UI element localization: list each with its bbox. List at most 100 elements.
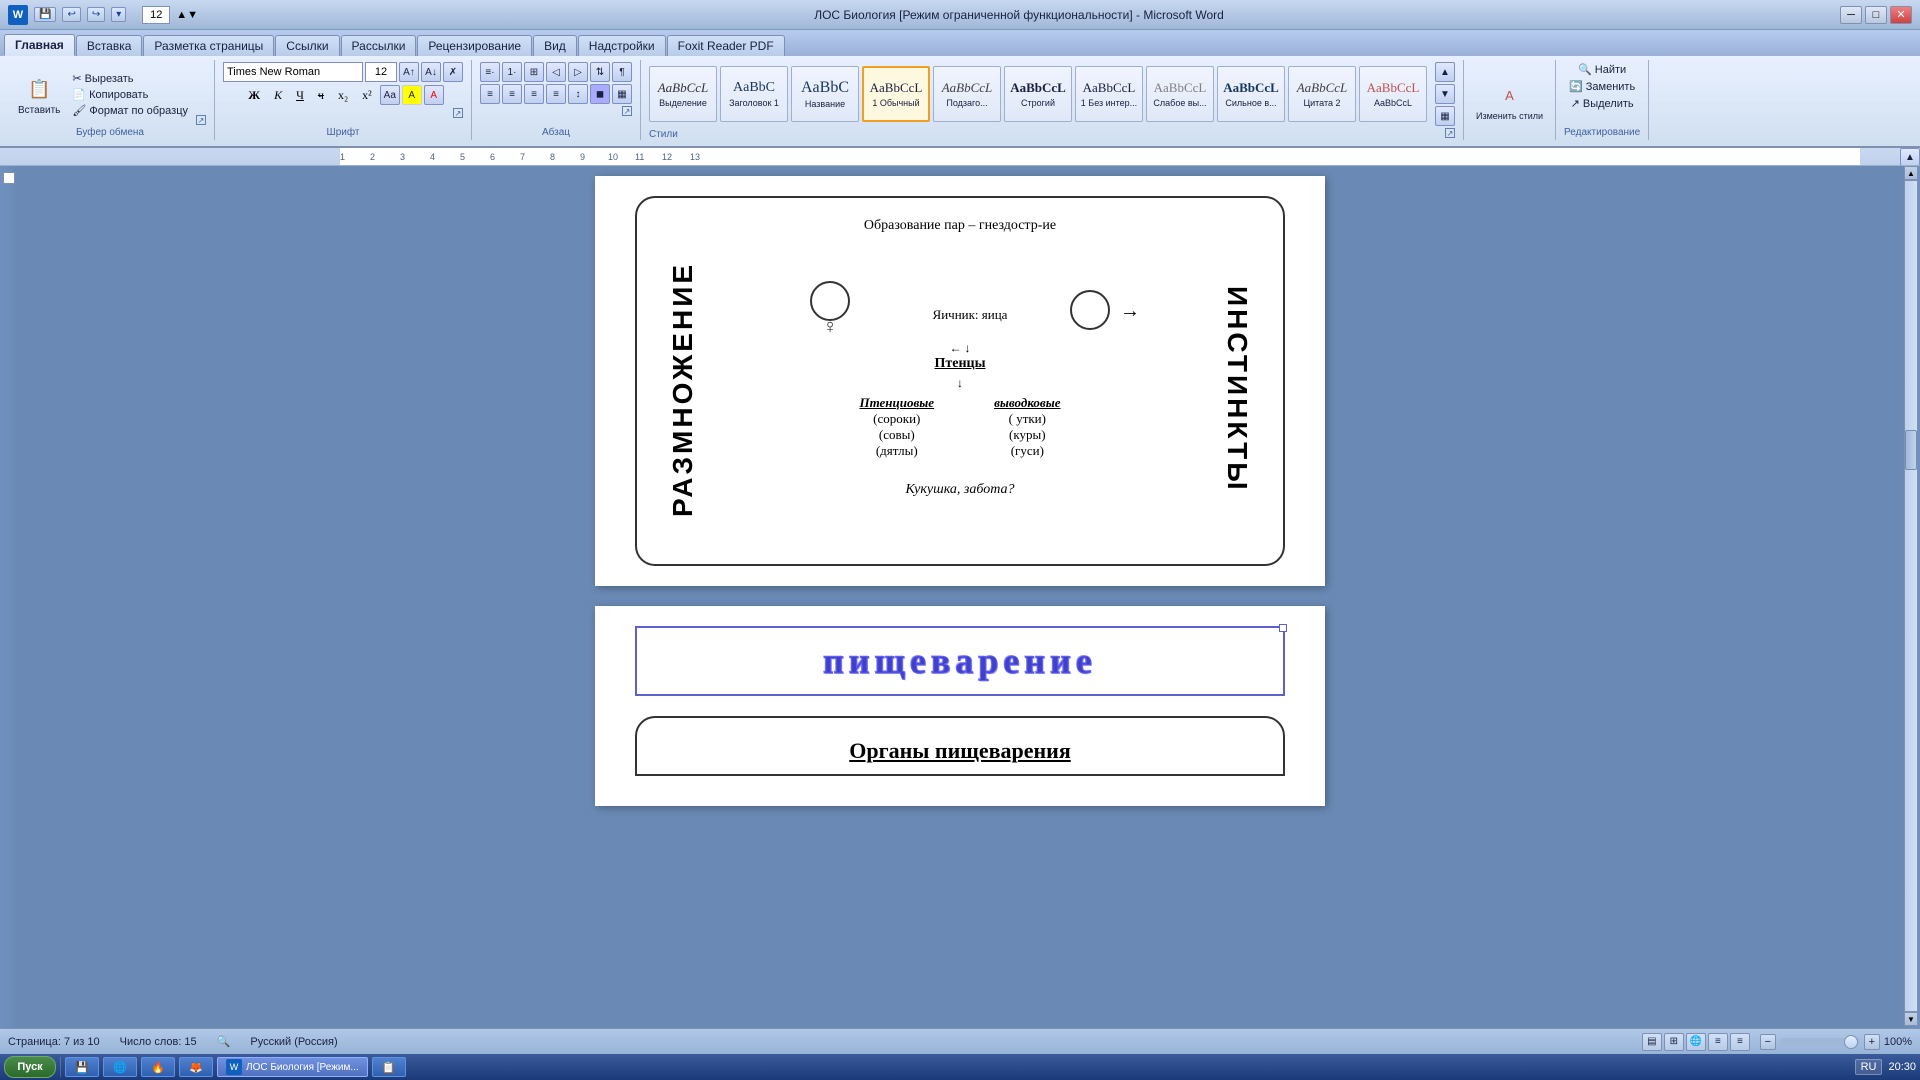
font-size-spinner[interactable]: ▲▼	[176, 9, 198, 21]
style-no-spacing[interactable]: AaBbCcL 1 Без интер...	[1075, 66, 1143, 122]
line-spacing-btn[interactable]: ↕	[568, 84, 588, 104]
view-buttons: ▤ ⊞ 🌐 ≡ ≡	[1642, 1033, 1750, 1051]
border-btn[interactable]: ▦	[612, 84, 632, 104]
style-intense[interactable]: AaBbCcL Сильное в...	[1217, 66, 1285, 122]
find-button[interactable]: 🔍 Найти	[1574, 62, 1630, 77]
scrollbar-track[interactable]	[1904, 180, 1918, 1012]
paste-button[interactable]: 📋 Вставить	[14, 71, 64, 118]
select-button[interactable]: ↗ Выделить	[1567, 96, 1638, 111]
resize-handle[interactable]	[1279, 624, 1287, 632]
align-left-btn[interactable]: ≡	[480, 84, 500, 104]
styles-expand-btn[interactable]: ↗	[1445, 128, 1455, 138]
tab-review[interactable]: Рецензирование	[417, 35, 532, 56]
styles-scroll-up[interactable]: ▲	[1435, 62, 1455, 82]
case-btn[interactable]: Аа	[380, 85, 400, 105]
subscript-button[interactable]: x₂	[332, 86, 354, 105]
styles-scroll-down[interactable]: ▼	[1435, 84, 1455, 104]
tab-insert[interactable]: Вставка	[76, 35, 143, 56]
grow-font-btn[interactable]: A↑	[399, 62, 419, 82]
bold-button[interactable]: Ж	[242, 86, 266, 105]
sort-btn[interactable]: ⇅	[590, 62, 610, 82]
maximize-btn[interactable]: □	[1865, 6, 1887, 24]
styles-expand[interactable]: ▦	[1435, 106, 1455, 126]
print-layout-btn[interactable]: ▤	[1642, 1033, 1662, 1051]
superscript-button[interactable]: x²	[356, 86, 378, 105]
redo-quick-btn[interactable]: ↪	[87, 7, 105, 22]
font-size-input[interactable]	[365, 62, 397, 82]
tab-page-layout[interactable]: Разметка страницы	[143, 35, 274, 56]
style-strong[interactable]: AaBbCcL Строгий	[1004, 66, 1072, 122]
show-formatting-btn[interactable]: ¶	[612, 62, 632, 82]
font-name-input[interactable]	[223, 62, 363, 82]
draft-btn[interactable]: ≡	[1730, 1033, 1750, 1051]
taskbar-browser1-btn[interactable]: 🌐	[103, 1057, 137, 1077]
scrollbar-thumb[interactable]	[1905, 430, 1917, 470]
start-button[interactable]: Пуск	[4, 1056, 56, 1078]
style-heading1[interactable]: AaBbC Заголовок 1	[720, 66, 788, 122]
scroll-up-btn[interactable]: ▲	[1904, 166, 1918, 180]
font-expand[interactable]: ↗	[453, 108, 463, 118]
minimize-btn[interactable]: ─	[1840, 6, 1862, 24]
font-color-btn[interactable]: А	[424, 85, 444, 105]
zoom-slider[interactable]	[1780, 1038, 1860, 1046]
zoom-out-btn[interactable]: −	[1760, 1034, 1776, 1050]
tab-mailings[interactable]: Рассылки	[341, 35, 417, 56]
shrink-font-btn[interactable]: A↓	[421, 62, 441, 82]
style-normal[interactable]: AaBbCcL 1 Обычный	[862, 66, 930, 122]
decrease-indent-btn[interactable]: ◁	[546, 62, 566, 82]
active-window-btn[interactable]: W ЛОС Биология [Режим...	[217, 1057, 368, 1077]
qa-dropdown[interactable]: ▾	[111, 7, 126, 22]
change-styles-btn[interactable]: A Изменить стили	[1472, 77, 1547, 123]
browser2-icon: 🔥	[150, 1059, 166, 1075]
underline-button[interactable]: Ч	[290, 86, 310, 105]
style-extra[interactable]: AaBbCcL AaBbCcL	[1359, 66, 1427, 122]
strikethrough-button[interactable]: ч	[312, 86, 330, 105]
undo-quick-btn[interactable]: ↩	[62, 7, 80, 22]
outline-btn[interactable]: ≡	[1708, 1033, 1728, 1051]
italic-button[interactable]: К	[268, 86, 288, 105]
tab-foxit[interactable]: Foxit Reader PDF	[667, 35, 785, 56]
multilevel-list-btn[interactable]: ⊞	[524, 62, 544, 82]
digestion-title: пищеварение	[657, 640, 1263, 682]
document-scroll-area[interactable]: Образование пар – гнездостр-ие РАЗМНОЖЕН…	[18, 166, 1902, 1056]
style-highlight[interactable]: AaBbCcL Выделение	[649, 66, 717, 122]
cut-button[interactable]: ✂ Вырезать	[68, 71, 192, 86]
style-subtle[interactable]: AaBbCcL Слабое вы...	[1146, 66, 1214, 122]
format-painter-button[interactable]: 🖌 Формат по образцу	[68, 103, 192, 118]
full-screen-btn[interactable]: ⊞	[1664, 1033, 1684, 1051]
tab-view[interactable]: Вид	[533, 35, 577, 56]
shading-btn[interactable]: ◼	[590, 84, 610, 104]
taskbar-ie-btn[interactable]: 💾	[65, 1057, 99, 1077]
taskbar-browser2-btn[interactable]: 🔥	[141, 1057, 175, 1077]
style-quote2[interactable]: AaBbCcL Цитата 2	[1288, 66, 1356, 122]
zoom-thumb[interactable]	[1844, 1035, 1858, 1049]
align-right-btn[interactable]: ≡	[524, 84, 544, 104]
style-subtitle[interactable]: AaBbCcL Подзаго...	[933, 66, 1001, 122]
style-title[interactable]: AaBbC Название	[791, 66, 859, 122]
font-group: A↑ A↓ ✗ Ж К Ч ч x₂ x² Аа А А ↗ Шрифт	[215, 60, 472, 140]
justify-btn[interactable]: ≡	[546, 84, 566, 104]
align-center-btn[interactable]: ≡	[502, 84, 522, 104]
clipboard-expand[interactable]: ↗	[196, 115, 206, 125]
font-size-title[interactable]	[142, 6, 170, 24]
copy-button[interactable]: 📄 Копировать	[68, 87, 192, 102]
ruler-toggle-btn[interactable]: ▲	[1900, 148, 1920, 166]
numbered-list-btn[interactable]: 1·	[502, 62, 522, 82]
increase-indent-btn[interactable]: ▷	[568, 62, 588, 82]
scroll-down-btn[interactable]: ▼	[1904, 1012, 1918, 1026]
tab-addins[interactable]: Надстройки	[578, 35, 666, 56]
zoom-in-btn[interactable]: +	[1864, 1034, 1880, 1050]
clear-format-btn[interactable]: ✗	[443, 62, 463, 82]
taskbar-extra-btn[interactable]: 📋	[372, 1057, 406, 1077]
tab-home[interactable]: Главная	[4, 34, 75, 56]
tab-references[interactable]: Ссылки	[275, 35, 339, 56]
web-layout-btn[interactable]: 🌐	[1686, 1033, 1706, 1051]
replace-button[interactable]: 🔄 Заменить	[1565, 79, 1639, 94]
paragraph-expand[interactable]: ↗	[622, 106, 632, 116]
bullet-list-btn[interactable]: ≡·	[480, 62, 500, 82]
lang-indicator[interactable]: RU	[1855, 1059, 1883, 1075]
highlight-btn[interactable]: А	[402, 85, 422, 105]
close-btn[interactable]: ✕	[1890, 6, 1912, 24]
save-quick-btn[interactable]: 💾	[34, 7, 56, 22]
taskbar-browser3-btn[interactable]: 🦊	[179, 1057, 213, 1077]
